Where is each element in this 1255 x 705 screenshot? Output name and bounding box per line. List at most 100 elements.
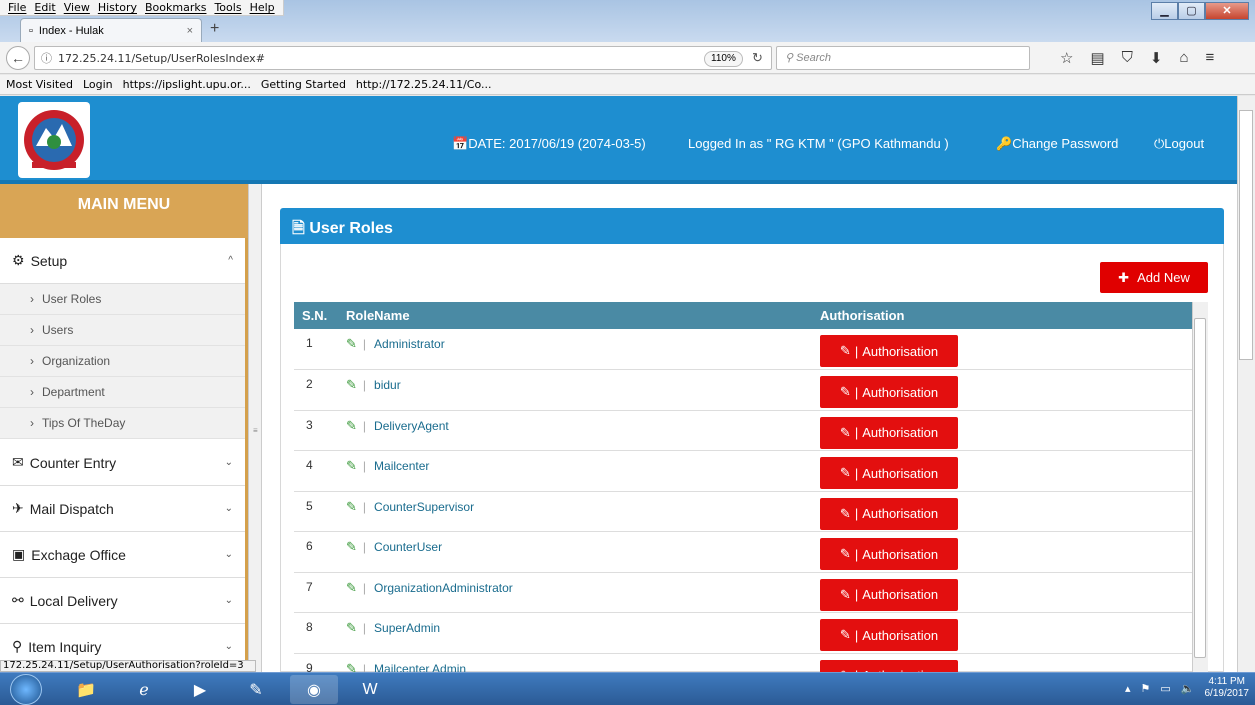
sidebar-item-counter-entry[interactable]: ✉ Counter Entry ⌄ <box>0 440 245 486</box>
paint-icon[interactable]: ✎ <box>232 675 280 704</box>
media-player-icon[interactable]: ▶ <box>176 675 224 704</box>
edit-icon[interactable]: ✎ <box>346 620 357 635</box>
role-name-link[interactable]: DeliveryAgent <box>374 419 449 433</box>
authorisation-button[interactable]: ✎|Authorisation <box>820 659 958 672</box>
splitter-grip-icon: ≡ <box>253 426 258 435</box>
close-button[interactable]: ✕ <box>1205 2 1249 20</box>
menu-file[interactable]: File <box>4 0 30 15</box>
edit-icon[interactable]: ✎ <box>346 539 357 554</box>
app-header: 📅DATE: 2017/06/19 (2074-03-5) Logged In … <box>0 96 1237 184</box>
edit-icon[interactable]: ✎ <box>346 499 357 514</box>
authorisation-button[interactable]: ✎|Authorisation <box>820 538 958 570</box>
bookmark-local-co[interactable]: http://172.25.24.11/Co... <box>356 78 492 91</box>
download-icon[interactable]: ⬇ <box>1150 49 1163 67</box>
menu-tools[interactable]: Tools <box>210 0 245 15</box>
sidebar-sub-users[interactable]: › Users <box>0 315 245 346</box>
edit-icon: ✎ <box>839 627 851 642</box>
bookmark-most-visited[interactable]: Most Visited <box>6 78 73 91</box>
role-name-link[interactable]: Administrator <box>374 337 445 351</box>
close-tab-icon[interactable]: × <box>187 25 193 37</box>
url-bar[interactable]: ⓘ 172.25.24.11/Setup/UserRolesIndex# <box>34 46 772 70</box>
add-new-button[interactable]: ✚ Add New <box>1100 262 1208 293</box>
menu-help[interactable]: Help <box>246 0 279 15</box>
pocket-icon[interactable]: ⛉ <box>1122 49 1133 67</box>
row-authorisation: ✎|Authorisation <box>812 612 1192 654</box>
sidebar-sub-tips[interactable]: › Tips Of TheDay <box>0 408 245 439</box>
sidebar-item-local-delivery[interactable]: ⚯ Local Delivery ⌄ <box>0 578 245 624</box>
separator: | <box>362 337 367 351</box>
edit-icon[interactable]: ✎ <box>346 661 357 673</box>
menu-view[interactable]: View <box>60 0 94 15</box>
reading-list-icon[interactable]: ▤ <box>1090 49 1104 67</box>
page-scrollbar-thumb[interactable] <box>1239 110 1253 360</box>
word-icon[interactable]: W <box>346 675 394 704</box>
reload-icon[interactable]: ↻ <box>752 50 763 66</box>
edit-icon[interactable]: ✎ <box>346 580 357 595</box>
zoom-indicator[interactable]: 110% <box>704 51 743 67</box>
browser-tab[interactable]: ▫ Index - Hulak × <box>20 18 202 42</box>
clock[interactable]: 4:11 PM 6/19/2017 <box>1205 676 1250 700</box>
tray-arrow-icon[interactable]: ▴ <box>1125 682 1131 695</box>
menu-edit[interactable]: Edit <box>30 0 59 15</box>
bookmark-getting-started[interactable]: Getting Started <box>261 78 346 91</box>
sidebar-item-setup[interactable]: ⚙ Setup ^ <box>0 238 245 284</box>
authorisation-button[interactable]: ✎|Authorisation <box>820 457 958 489</box>
change-password-link[interactable]: 🔑Change Password <box>996 136 1118 152</box>
edit-icon[interactable]: ✎ <box>346 418 357 433</box>
logout-link[interactable]: ⏻Logout <box>1154 136 1204 152</box>
back-icon[interactable]: ← <box>6 46 30 70</box>
authorisation-button[interactable]: ✎|Authorisation <box>820 335 958 367</box>
home-icon[interactable]: ⌂ <box>1179 49 1188 67</box>
info-icon[interactable]: ⓘ <box>41 50 52 66</box>
role-name-link[interactable]: CounterSupervisor <box>374 500 474 514</box>
sidebar-item-mail-dispatch[interactable]: ✈ Mail Dispatch ⌄ <box>0 486 245 532</box>
bookmark-login[interactable]: Login <box>83 78 113 91</box>
table-scrollbar-thumb[interactable] <box>1194 318 1206 658</box>
volume-icon[interactable]: 🔈 <box>1181 682 1195 695</box>
edit-icon[interactable]: ✎ <box>346 458 357 473</box>
authorisation-button[interactable]: ✎|Authorisation <box>820 416 958 449</box>
firefox-icon[interactable]: ◉ <box>290 675 338 704</box>
panel-title: User Roles <box>309 220 393 237</box>
sidebar-sub-department[interactable]: › Department <box>0 377 245 408</box>
menu-bookmarks[interactable]: Bookmarks <box>141 0 210 15</box>
sidebar-sub-user-roles[interactable]: › User Roles <box>0 284 245 315</box>
maximize-button[interactable]: ▢ <box>1178 2 1205 20</box>
authorisation-button[interactable]: ✎|Authorisation <box>820 578 958 611</box>
role-name-link[interactable]: OrganizationAdministrator <box>374 581 513 595</box>
separator: | <box>854 627 859 643</box>
authorisation-button[interactable]: ✎|Authorisation <box>820 376 958 408</box>
new-tab-icon[interactable]: + <box>210 20 219 38</box>
authorisation-button[interactable]: ✎|Authorisation <box>820 619 958 651</box>
internet-explorer-icon[interactable]: ℯ <box>120 675 168 704</box>
column-header-sn: S.N. <box>294 302 338 329</box>
authorisation-label: Authorisation <box>862 343 939 359</box>
item-label: Counter Entry <box>29 454 117 471</box>
sidebar-item-exchange-office[interactable]: ▣ Exchage Office ⌄ <box>0 532 245 578</box>
role-name-link[interactable]: Mailcenter <box>374 459 429 473</box>
clock-date: 6/19/2017 <box>1204 688 1250 699</box>
explorer-icon[interactable]: 📁 <box>62 675 110 704</box>
search-input[interactable]: ⚲ Search <box>776 46 1030 70</box>
hamburger-menu-icon[interactable]: ≡ <box>1206 49 1215 67</box>
role-name-link[interactable]: Mailcenter Admin <box>374 662 466 673</box>
role-name-link[interactable]: SuperAdmin <box>374 621 440 635</box>
edit-icon[interactable]: ✎ <box>346 377 357 392</box>
role-name-link[interactable]: bidur <box>374 378 401 392</box>
menu-history[interactable]: History <box>94 0 141 15</box>
authorisation-button[interactable]: ✎|Authorisation <box>820 497 958 530</box>
sub-label: Organization <box>42 354 111 368</box>
bookmark-ipslight[interactable]: https://ipslight.upu.or... <box>123 78 251 91</box>
separator: | <box>854 506 859 521</box>
start-button[interactable] <box>10 674 42 705</box>
flag-icon[interactable]: ⚑ <box>1141 682 1151 695</box>
network-icon[interactable]: ▭ <box>1160 682 1170 695</box>
edit-icon[interactable]: ✎ <box>346 336 357 351</box>
row-role: ✎ | Mailcenter <box>338 450 812 492</box>
minimize-button[interactable]: ▁ <box>1151 2 1178 20</box>
edit-icon: ✎ <box>839 384 851 399</box>
sub-label: Department <box>42 385 105 399</box>
role-name-link[interactable]: CounterUser <box>374 540 442 554</box>
sidebar-sub-organization[interactable]: › Organization <box>0 346 245 377</box>
bookmark-star-icon[interactable]: ☆ <box>1060 49 1073 67</box>
